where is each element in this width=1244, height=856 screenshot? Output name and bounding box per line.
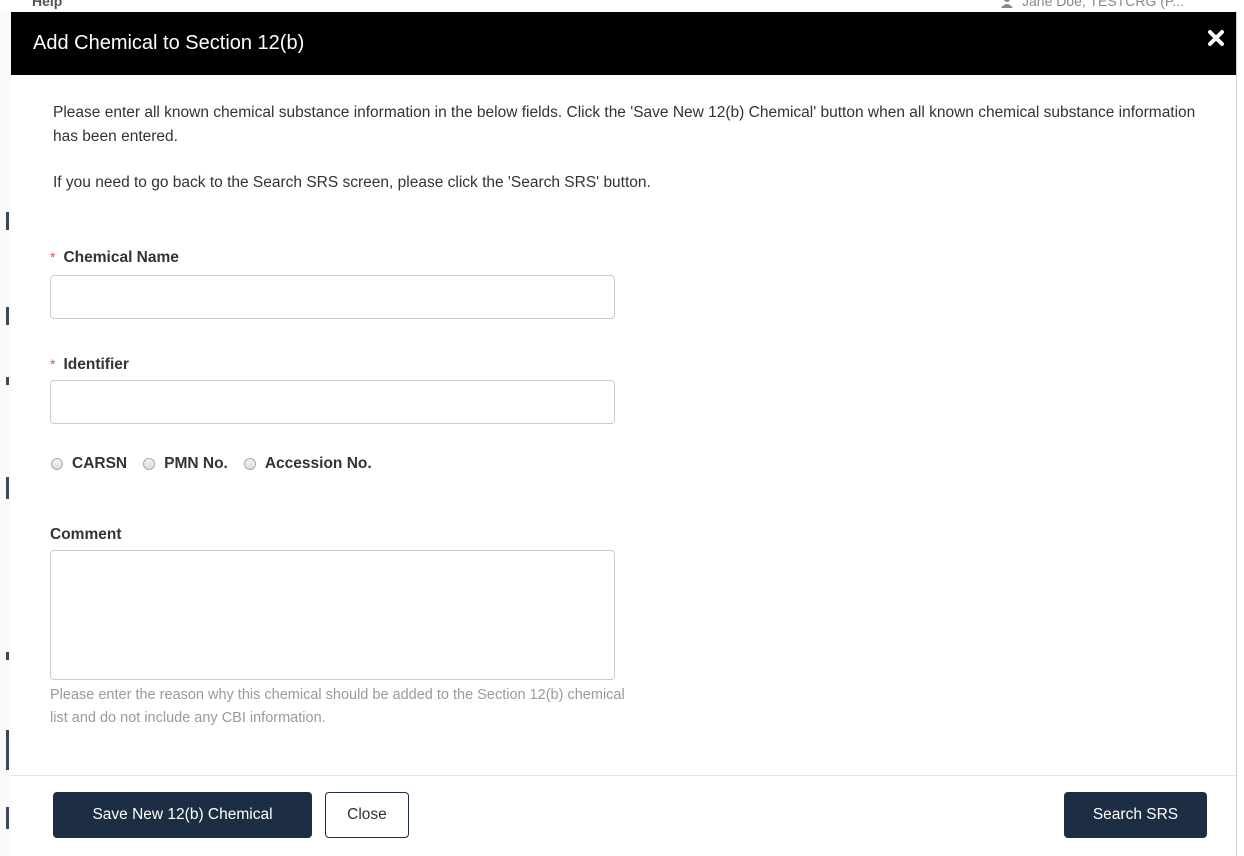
required-marker: * [50, 249, 56, 265]
background-page-header: Help Jane Doe, TESTCRG (P... [0, 0, 1244, 12]
radio-button[interactable] [51, 458, 63, 470]
close-button[interactable]: Close [325, 792, 409, 838]
intro-instructions: Please enter all known chemical substanc… [53, 104, 1196, 145]
modal-header: Add Chemical to Section 12(b) [11, 12, 1236, 75]
add-chemical-modal: Add Chemical to Section 12(b) Please ent… [11, 12, 1237, 856]
chemical-name-input[interactable] [50, 275, 615, 319]
comment-help-text: Please enter the reason why this chemica… [50, 687, 625, 726]
comment-label: Comment [50, 526, 122, 543]
search-srs-button[interactable]: Search SRS [1064, 792, 1207, 838]
radio-carsn[interactable]: CARSN [51, 455, 127, 473]
radio-pmn-no[interactable]: PMN No. [143, 455, 228, 473]
modal-footer-divider [11, 775, 1236, 776]
intro-search-note: If you need to go back to the Search SRS… [53, 174, 651, 191]
save-new-chemical-button[interactable]: Save New 12(b) Chemical [53, 792, 312, 838]
background-user-name: Jane Doe, TESTCRG (P... [1022, 0, 1185, 9]
user-icon [1001, 0, 1013, 8]
background-help-link: Help [32, 0, 63, 9]
required-marker: * [50, 356, 56, 372]
modal-title: Add Chemical to Section 12(b) [33, 32, 305, 54]
radio-button[interactable] [143, 458, 156, 470]
radio-accession-no[interactable]: Accession No. [243, 455, 372, 473]
comment-textarea[interactable] [50, 550, 615, 680]
background-page-right-edge [1236, 12, 1244, 856]
identifier-type-radio-group: CARSN PMN No. Accession No. [51, 452, 388, 476]
radio-button[interactable] [243, 458, 256, 470]
identifier-input[interactable] [50, 380, 615, 424]
identifier-label: * Identifier [50, 356, 129, 373]
close-icon[interactable] [1206, 28, 1226, 48]
chemical-name-label: * Chemical Name [50, 249, 179, 266]
